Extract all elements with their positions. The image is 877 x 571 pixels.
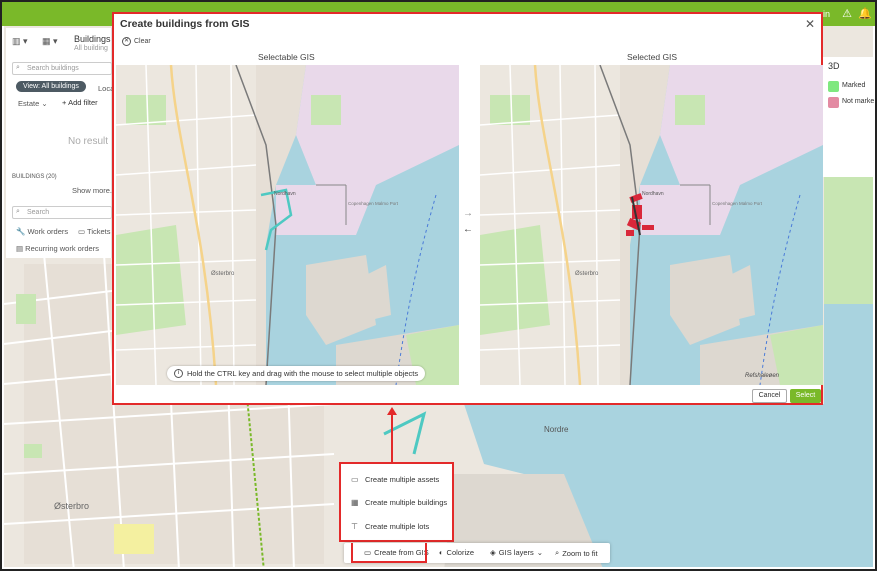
colorize-button[interactable]: ◐ Colorize <box>439 548 474 557</box>
building-view-icon[interactable]: ▦ ▾ <box>42 36 58 47</box>
map-label-nordre: Nordre <box>544 425 569 434</box>
right-panel: 3D Marked Not marke <box>822 57 875 177</box>
selected-gis-label: Selected GIS <box>627 52 678 62</box>
select-button[interactable]: Select <box>790 389 821 403</box>
work-orders-tab[interactable]: 🔧 Work orders <box>16 227 68 236</box>
map-label-refshaleoen: Refshaleøen <box>745 373 780 379</box>
map-label-osterbro: Østerbro <box>54 501 89 511</box>
create-multiple-lots-item[interactable]: ⊤ Create multiple lots <box>351 522 429 531</box>
colorize-label: Colorize <box>446 548 475 557</box>
map-label-osterbro-right: Østerbro <box>575 271 599 277</box>
arrow-left-icon[interactable]: ← <box>463 224 473 235</box>
create-buildings-modal: Create buildings from GIS ✕ ✕ Clear Sele… <box>112 12 823 405</box>
selectable-gis-map[interactable]: Nordhavn Copenhagen Malmo Port Østerbro <box>116 65 459 385</box>
breadcrumb-sub: All building <box>74 45 108 52</box>
panel-3d-title: 3D <box>828 61 840 71</box>
tickets-tab[interactable]: ▭ Tickets <box>78 227 111 236</box>
arrow-right-icon[interactable]: → <box>463 208 473 219</box>
add-filter-label: Add filter <box>68 98 98 107</box>
menu-label-assets: Create multiple assets <box>365 475 440 484</box>
zoom-to-fit-button[interactable]: ⌕ Zoom to fit <box>555 548 598 558</box>
layers-icon: ◈ <box>490 548 496 557</box>
menu-label-buildings: Create multiple buildings <box>365 498 448 507</box>
menu-label-lots: Create multiple lots <box>365 522 430 531</box>
search2-placeholder: Search <box>27 209 50 216</box>
gis-layers-label: GIS layers <box>498 548 534 557</box>
buildings-count: BUILDINGS (20) <box>12 174 57 180</box>
map-label-osterbro-left: Østerbro <box>211 271 235 277</box>
screen-frame: Nordre Østerbro in ⚠ 🔔 ▥ ▾ ▦ ▾ Buildings… <box>0 0 877 571</box>
bell-icon[interactable]: 🔔 <box>858 7 872 21</box>
selected-gis-map[interactable]: Nordhavn Copenhagen Malmo Port Østerbro … <box>480 65 823 385</box>
signpost-icon: ⊤ <box>351 522 358 531</box>
clear-label: Clear <box>134 38 151 45</box>
show-more-link[interactable]: Show more... <box>72 186 116 195</box>
search-icon: ⌕ <box>16 64 20 71</box>
search-icon: ⌕ <box>555 548 560 557</box>
legend-marked: Marked <box>842 82 866 89</box>
left-panel: ▥ ▾ ▦ ▾ Buildings All building ⌕ Search … <box>6 28 116 258</box>
gis-layers-button[interactable]: ◈ GIS layers ⌄ <box>490 548 543 557</box>
calendar-icon: ▭ <box>351 475 359 484</box>
user-menu[interactable]: in <box>823 9 830 19</box>
warning-icon[interactable]: ⚠ <box>840 7 854 21</box>
selectable-gis-label: Selectable GIS <box>258 52 315 62</box>
palette-icon: ◐ <box>439 548 444 557</box>
work-orders-label: Work orders <box>27 227 69 236</box>
close-icon[interactable]: ✕ <box>805 17 815 31</box>
search-icon: ⌕ <box>16 208 20 215</box>
map-toggle-icon[interactable]: ▥ ▾ <box>12 36 28 47</box>
selectable-map-graphic: Nordhavn Copenhagen Malmo Port Østerbro <box>116 65 459 385</box>
map-label-cmp-right: Copenhagen Malmo Port <box>712 201 763 206</box>
zoom-to-fit-label: Zoom to fit <box>562 548 598 558</box>
modal-title: Create buildings from GIS <box>120 18 250 30</box>
create-multiple-buildings-item[interactable]: ▦ Create multiple buildings <box>351 498 447 507</box>
map-label-cmp: Copenhagen Malmo Port <box>348 201 399 206</box>
map-label-nordhavn: Nordhavn <box>274 191 296 197</box>
search-input[interactable]: ⌕ Search <box>12 206 112 219</box>
view-selector[interactable]: View: All buildings <box>16 81 86 92</box>
create-from-gis-highlight <box>351 543 427 563</box>
recurring-label: Recurring work orders <box>25 244 99 253</box>
create-menu: ▭ Create multiple assets ▦ Create multip… <box>339 462 454 542</box>
hint-text: Hold the CTRL key and drag with the mous… <box>187 369 419 378</box>
breadcrumb-title: Buildings <box>74 34 111 44</box>
buildings-icon: ▦ <box>351 498 359 507</box>
estate-filter[interactable]: Estate ⌄ <box>18 99 48 108</box>
add-filter-button[interactable]: + Add filter <box>62 98 98 107</box>
tickets-label: Tickets <box>87 227 111 236</box>
chevron-down-icon: ⌄ <box>536 548 544 557</box>
clear-icon: ✕ <box>122 37 131 46</box>
estate-filter-label: Estate <box>18 99 40 108</box>
search-placeholder: Search buildings <box>27 65 79 72</box>
ctrl-hint: i Hold the CTRL key and drag with the mo… <box>167 366 426 381</box>
map-label-nordhavn-right: Nordhavn <box>642 191 664 197</box>
search-buildings-input[interactable]: ⌕ Search buildings <box>12 62 112 75</box>
selected-map-graphic: Nordhavn Copenhagen Malmo Port Østerbro … <box>480 65 823 385</box>
no-results-text: No result <box>68 136 109 147</box>
legend-not-marked: Not marke <box>842 98 875 105</box>
info-icon: i <box>174 369 183 378</box>
recurring-tab[interactable]: ▤ Recurring work orders <box>16 244 99 253</box>
marked-swatch <box>828 81 839 92</box>
not-marked-swatch <box>828 97 839 108</box>
callout-arrow <box>387 407 397 462</box>
create-multiple-assets-item[interactable]: ▭ Create multiple assets <box>351 475 439 484</box>
clear-button[interactable]: ✕ Clear <box>122 37 151 46</box>
cancel-button[interactable]: Cancel <box>752 389 787 403</box>
